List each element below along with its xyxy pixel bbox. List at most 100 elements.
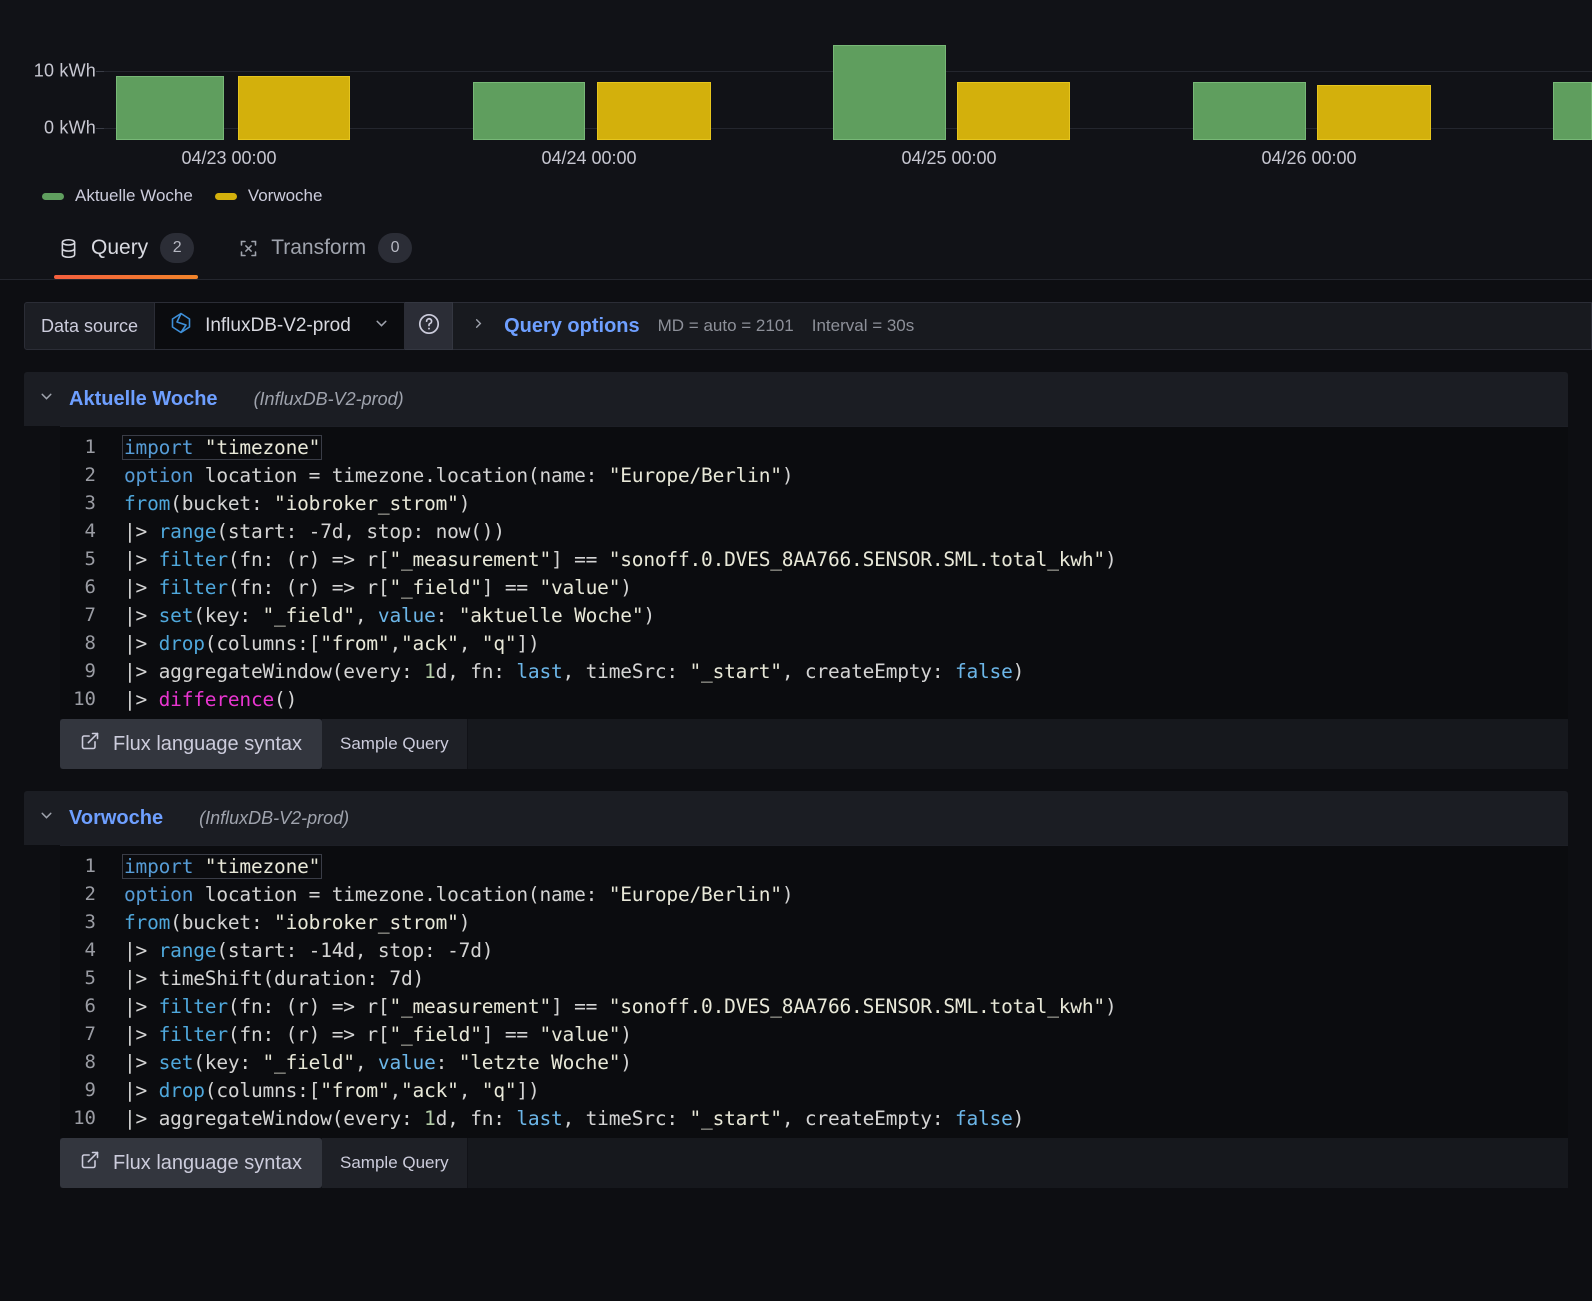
bar-previous-1[interactable] <box>238 76 350 140</box>
tab-query[interactable]: Query 2 <box>36 233 216 279</box>
datasource-selected-value: InfluxDB-V2-prod <box>205 315 351 336</box>
y-axis-tick-bottom: 0 kWh <box>43 117 96 138</box>
datasource-row: Data source InfluxDB-V2-prod Query optio… <box>0 280 1592 372</box>
tab-query-badge: 2 <box>160 233 195 263</box>
bar-previous-4[interactable] <box>1317 85 1431 140</box>
query-options-bar[interactable]: Query options MD = auto = 2101 Interval … <box>453 302 1592 350</box>
query-options-title[interactable]: Query options <box>504 315 640 338</box>
code-text: |> difference() <box>124 687 298 711</box>
query-name[interactable]: Vorwoche <box>69 807 163 830</box>
query-block-vorwoche: Vorwoche (InfluxDB-V2-prod) 1 import "tim… <box>24 791 1568 1188</box>
datasource-picker[interactable]: InfluxDB-V2-prod <box>155 302 406 350</box>
bar-previous-3[interactable] <box>957 82 1070 140</box>
code-text: |> drop(columns:["from","ack", "q"]) <box>124 631 540 655</box>
bar-current-2[interactable] <box>473 82 585 140</box>
database-icon <box>58 238 79 259</box>
code-text: from(bucket: "iobroker_strom") <box>124 491 471 515</box>
bar-current-5[interactable] <box>1553 82 1592 140</box>
chevron-down-icon <box>373 315 390 338</box>
editor-toolbar-filler <box>466 719 1568 769</box>
bar-previous-2[interactable] <box>597 82 711 140</box>
line-number: 5 <box>84 967 96 989</box>
bar-current-3[interactable] <box>833 45 946 140</box>
timeseries-panel: 10 kWh 0 kWh 04/23 00:00 04/24 00:00 04/… <box>0 0 1592 241</box>
code-text: |> filter(fn: (r) => r["_measurement"] =… <box>124 994 1117 1018</box>
code-text: |> set(key: "_field", value: "letzte Woc… <box>124 1050 632 1074</box>
code-line[interactable]: 10 |> difference() <box>60 685 1568 713</box>
flux-language-syntax-button[interactable]: Flux language syntax <box>60 1138 323 1188</box>
query-datasource-label: (InfluxDB-V2-prod) <box>199 807 350 828</box>
x-axis-tick-1: 04/23 00:00 <box>181 148 277 168</box>
datasource-help-button[interactable] <box>405 302 454 350</box>
code-line[interactable]: 2 option location = timezone.location(nam… <box>60 461 1568 489</box>
code-line[interactable]: 8 |> set(key: "_field", value: "letzte Wo… <box>60 1048 1568 1076</box>
chart-plot-area[interactable]: 10 kWh 0 kWh 04/23 00:00 04/24 00:00 04/… <box>0 0 1592 168</box>
bar-current-4[interactable] <box>1193 82 1306 140</box>
code-line[interactable]: 4 |> range(start: -7d, stop: now()) <box>60 517 1568 545</box>
query-header[interactable]: Vorwoche (InfluxDB-V2-prod) <box>24 791 1568 845</box>
code-line[interactable]: 1 import "timezone" <box>60 852 1568 880</box>
code-text: |> range(start: -14d, stop: -7d) <box>124 938 494 962</box>
code-line[interactable]: 6 |> filter(fn: (r) => r["_measurement"] … <box>60 992 1568 1020</box>
code-text: |> set(key: "_field", value: "aktuelle W… <box>124 603 655 627</box>
code-line[interactable]: 10 |> aggregateWindow(every: 1d, fn: last… <box>60 1104 1568 1132</box>
legend-swatch-icon <box>214 192 237 200</box>
editor-toolbar: Flux language syntax Sample Query <box>60 1138 1568 1188</box>
code-text: option location = timezone.location(name… <box>124 463 794 487</box>
code-line[interactable]: 7 |> set(key: "_field", value: "aktuelle … <box>60 601 1568 629</box>
chart-legend: Aktuelle Woche Vorwoche <box>42 186 322 206</box>
line-number: 1 <box>84 436 96 458</box>
query-datasource-label: (InfluxDB-V2-prod) <box>253 388 404 409</box>
code-text: import "timezone" <box>124 435 321 459</box>
query-block-aktuelle-woche: Aktuelle Woche (InfluxDB-V2-prod) 1 impor… <box>24 372 1568 769</box>
code-line[interactable]: 9 |> aggregateWindow(every: 1d, fn: last,… <box>60 657 1568 685</box>
tab-transform-badge: 0 <box>378 233 413 263</box>
tab-transform[interactable]: Transform 0 <box>216 233 434 279</box>
code-line[interactable]: 4 |> range(start: -14d, stop: -7d) <box>60 936 1568 964</box>
bar-current-1[interactable] <box>116 76 224 140</box>
code-text: |> drop(columns:["from","ack", "q"]) <box>124 1078 540 1102</box>
chevron-down-icon[interactable] <box>38 807 55 829</box>
code-text: |> filter(fn: (r) => r["_field"] == "val… <box>124 1022 632 1046</box>
flux-code-editor[interactable]: 1 import "timezone" 2 option location = tim… <box>60 426 1568 719</box>
line-number: 8 <box>84 632 96 654</box>
code-line[interactable]: 9 |> drop(columns:["from","ack", "q"]) <box>60 1076 1568 1104</box>
sample-query-button[interactable]: Sample Query <box>322 719 467 769</box>
code-line[interactable]: 3 from(bucket: "iobroker_strom") <box>60 489 1568 517</box>
line-number: 9 <box>84 1079 96 1101</box>
code-line[interactable]: 7 |> filter(fn: (r) => r["_field"] == "va… <box>60 1020 1568 1048</box>
code-text: import "timezone" <box>124 854 321 878</box>
line-number: 7 <box>84 604 96 626</box>
legend-label: Vorwoche <box>247 186 323 205</box>
transform-icon <box>238 238 259 259</box>
flux-language-syntax-label: Flux language syntax <box>113 1151 303 1174</box>
flux-code-editor[interactable]: 1 import "timezone" 2 option location = tim… <box>60 845 1568 1138</box>
x-axis-tick-3: 04/25 00:00 <box>901 148 997 168</box>
code-line[interactable]: 5 |> timeShift(duration: 7d) <box>60 964 1568 992</box>
query-options-interval: Interval = 30s <box>811 316 915 335</box>
code-line[interactable]: 8 |> drop(columns:["from","ack", "q"]) <box>60 629 1568 657</box>
query-name[interactable]: Aktuelle Woche <box>69 388 218 411</box>
sample-query-label: Sample Query <box>340 734 449 753</box>
line-number: 2 <box>84 464 96 486</box>
flux-language-syntax-button[interactable]: Flux language syntax <box>60 719 323 769</box>
editor-toolbar-filler <box>466 1138 1568 1188</box>
code-line[interactable]: 6 |> filter(fn: (r) => r["_field"] == "va… <box>60 573 1568 601</box>
code-line[interactable]: 5 |> filter(fn: (r) => r["_measurement"] … <box>60 545 1568 573</box>
code-text: |> aggregateWindow(every: 1d, fn: last, … <box>124 1106 1025 1130</box>
legend-item-aktuelle-woche[interactable]: Aktuelle Woche <box>42 186 193 206</box>
code-line[interactable]: 3 from(bucket: "iobroker_strom") <box>60 908 1568 936</box>
query-header[interactable]: Aktuelle Woche (InfluxDB-V2-prod) <box>24 372 1568 426</box>
line-number: 6 <box>84 995 96 1017</box>
chevron-down-icon[interactable] <box>38 388 55 410</box>
line-number: 9 <box>84 660 96 682</box>
code-text: |> range(start: -7d, stop: now()) <box>124 519 505 543</box>
sample-query-button[interactable]: Sample Query <box>322 1138 467 1188</box>
question-circle-icon <box>417 312 441 341</box>
x-axis-tick-2: 04/24 00:00 <box>541 148 637 168</box>
code-line[interactable]: 2 option location = timezone.location(nam… <box>60 880 1568 908</box>
line-number: 10 <box>73 1107 96 1129</box>
code-line[interactable]: 1 import "timezone" <box>60 433 1568 461</box>
editor-toolbar: Flux language syntax Sample Query <box>60 719 1568 769</box>
legend-item-vorwoche[interactable]: Vorwoche <box>214 186 323 206</box>
